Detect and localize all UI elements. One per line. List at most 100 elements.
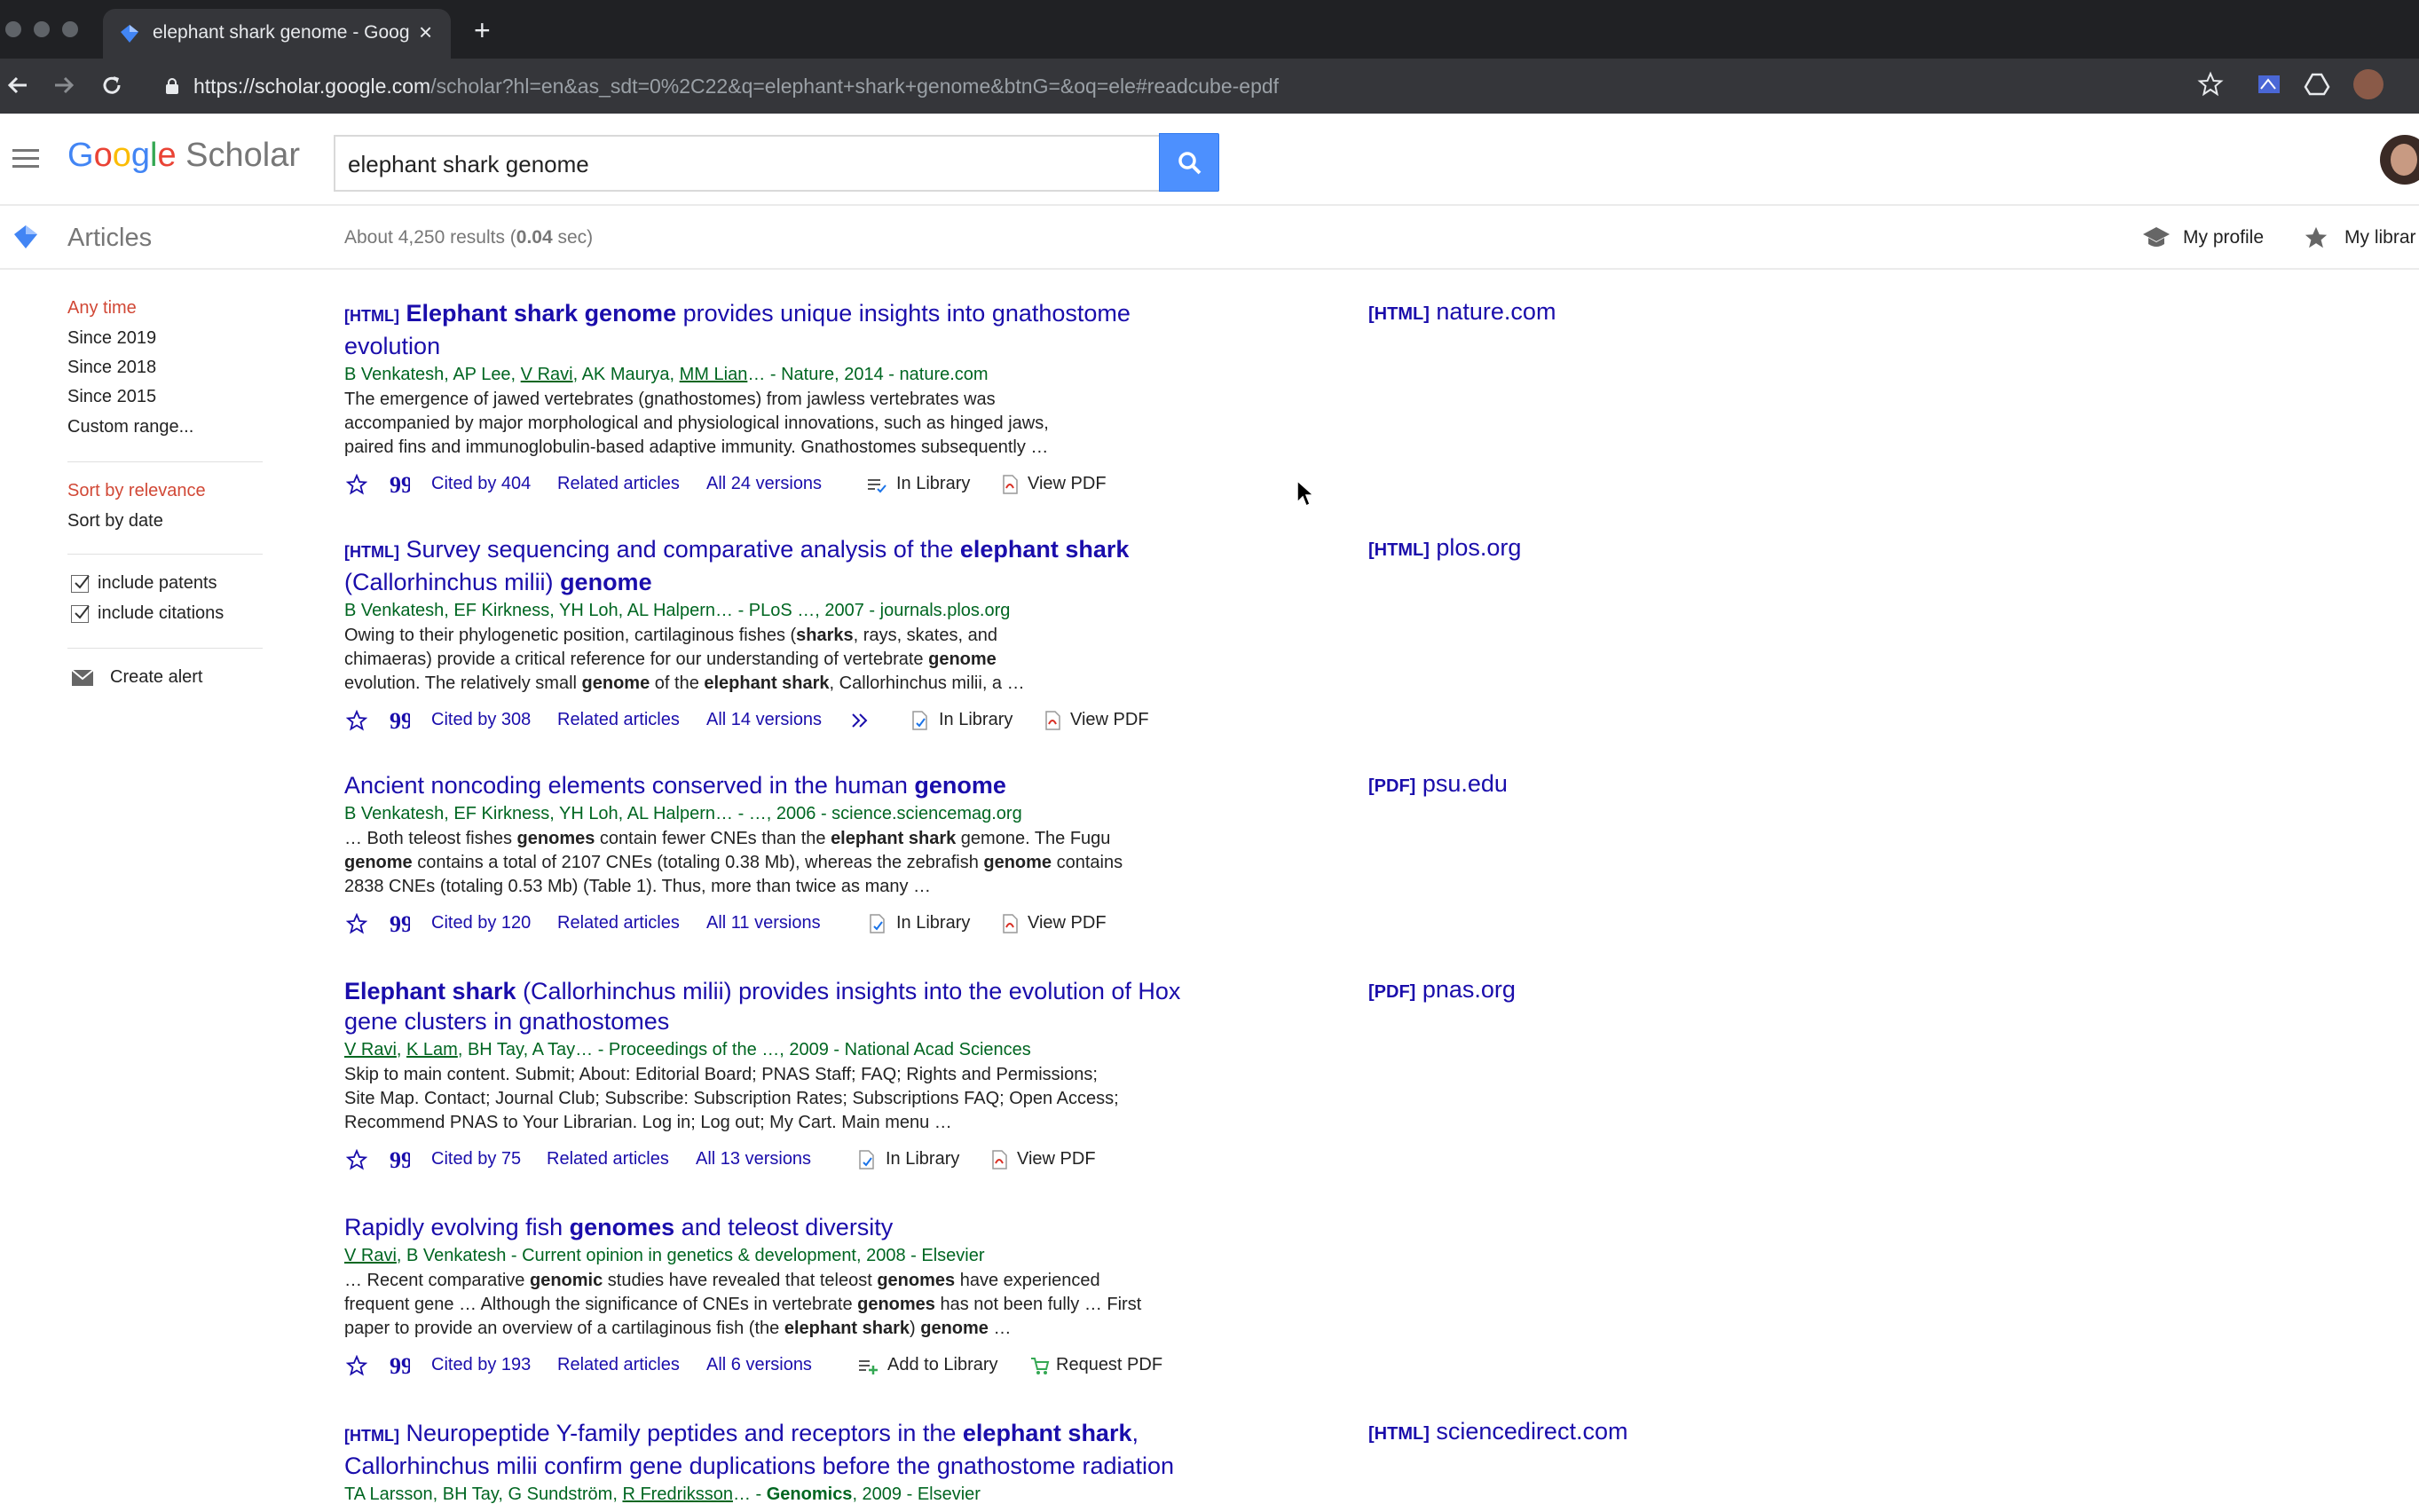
scholar-favicon-icon <box>121 25 138 43</box>
cite-quote-icon[interactable]: 99 <box>389 913 410 934</box>
include-citations-checkbox[interactable] <box>71 605 90 623</box>
cited-by-link[interactable]: Cited by 75 <box>431 1149 521 1169</box>
request-pdf-link[interactable]: Request PDF <box>1056 1355 1162 1375</box>
related-articles-link[interactable]: Related articles <box>557 710 680 730</box>
save-star-icon[interactable] <box>346 710 367 731</box>
svg-text:99: 99 <box>390 474 410 495</box>
all-versions-link[interactable]: All 11 versions <box>706 913 821 933</box>
tab-close-icon[interactable]: × <box>419 20 432 44</box>
all-versions-link[interactable]: All 24 versions <box>706 474 822 494</box>
save-star-icon[interactable] <box>346 1149 367 1170</box>
cite-quote-icon[interactable]: 99 <box>389 1149 410 1170</box>
result-title[interactable]: [HTML] Survey sequencing and comparative… <box>344 534 1232 597</box>
in-library-link[interactable]: In Library <box>896 474 970 494</box>
cite-quote-icon[interactable]: 99 <box>389 710 410 731</box>
close-window-dot[interactable] <box>5 21 21 37</box>
result-tag: [HTML] <box>344 543 399 561</box>
full-text-link[interactable]: [HTML] sciencedirect.com <box>1368 1418 1627 1445</box>
full-text-link[interactable]: [HTML] plos.org <box>1368 534 1521 562</box>
sort-by-date[interactable]: Sort by date <box>67 511 163 532</box>
divider <box>67 461 263 462</box>
new-tab-button[interactable]: + <box>474 16 491 44</box>
result-authors: TA Larsson, BH Tay, G Sundström, R Fredr… <box>344 1484 981 1504</box>
full-text-link[interactable]: [PDF] psu.edu <box>1368 770 1508 798</box>
sort-by-relevance[interactable]: Sort by relevance <box>67 481 206 501</box>
articles-icon <box>14 225 37 248</box>
forward-icon[interactable] <box>51 73 76 98</box>
filter-custom-range[interactable]: Custom range... <box>67 417 193 437</box>
in-library-link[interactable]: In Library <box>939 710 1013 730</box>
full-text-link[interactable]: [PDF] pnas.org <box>1368 976 1516 1004</box>
profile-avatar[interactable] <box>2353 69 2384 99</box>
tab-title: elephant shark genome - Goog <box>153 22 410 43</box>
include-patents-label[interactable]: include patents <box>98 573 217 594</box>
view-pdf-link[interactable]: View PDF <box>1070 710 1149 730</box>
reload-icon[interactable] <box>99 73 124 98</box>
more-chevrons-icon[interactable] <box>850 710 871 731</box>
cite-quote-icon[interactable]: 99 <box>389 474 410 495</box>
result-item: [HTML] Elephant shark genome provides un… <box>344 298 1232 502</box>
address-bar[interactable]: https://scholar.google.com/scholar?hl=en… <box>147 66 2242 106</box>
cited-by-link[interactable]: Cited by 404 <box>431 474 531 494</box>
in-library-link[interactable]: In Library <box>896 913 970 933</box>
menu-icon[interactable] <box>12 149 39 169</box>
account-avatar[interactable] <box>2380 135 2419 185</box>
result-title[interactable]: Elephant shark (Callorhinchus milii) pro… <box>344 976 1232 1036</box>
view-pdf-link[interactable]: View PDF <box>1028 474 1107 494</box>
result-tag: [HTML] <box>344 307 399 325</box>
result-item: [HTML] Neuropeptide Y-family peptides an… <box>344 1418 1232 1508</box>
cite-quote-icon[interactable]: 99 <box>389 1355 410 1376</box>
related-articles-link[interactable]: Related articles <box>547 1149 669 1169</box>
envelope-icon <box>71 669 94 686</box>
google-scholar-logo[interactable]: Google Scholar <box>67 137 300 175</box>
maximize-window-dot[interactable] <box>62 21 78 37</box>
in-library-icon <box>870 914 885 933</box>
result-actions: 99 Cited by 193 Related articles All 6 v… <box>344 1351 1232 1383</box>
result-title[interactable]: [HTML] Elephant shark genome provides un… <box>344 298 1232 361</box>
save-star-icon[interactable] <box>346 913 367 934</box>
svg-text:99: 99 <box>390 913 410 934</box>
cited-by-link[interactable]: Cited by 193 <box>431 1355 531 1375</box>
filter-since-2019[interactable]: Since 2019 <box>67 328 156 349</box>
filter-since-2018[interactable]: Since 2018 <box>67 358 156 378</box>
all-versions-link[interactable]: All 6 versions <box>706 1355 812 1375</box>
filter-any-time[interactable]: Any time <box>67 298 137 319</box>
all-versions-link[interactable]: All 14 versions <box>706 710 822 730</box>
search-box <box>334 135 1161 192</box>
related-articles-link[interactable]: Related articles <box>557 474 680 494</box>
back-icon[interactable] <box>5 73 30 98</box>
readcube-extension-icon[interactable] <box>2256 71 2282 98</box>
search-button[interactable] <box>1159 133 1219 192</box>
create-alert-link[interactable]: Create alert <box>110 667 203 688</box>
result-title[interactable]: Ancient noncoding elements conserved in … <box>344 770 1232 800</box>
result-authors: B Venkatesh, EF Kirkness, YH Loh, AL Hal… <box>344 601 1011 620</box>
result-snippet: … Both teleost fishes genomes contain fe… <box>344 829 1123 896</box>
result-item: Ancient noncoding elements conserved in … <box>344 770 1232 941</box>
drive-extension-icon[interactable] <box>2304 71 2330 98</box>
minimize-window-dot[interactable] <box>34 21 50 37</box>
save-star-icon[interactable] <box>346 474 367 495</box>
include-patents-checkbox[interactable] <box>71 575 90 593</box>
result-snippet: Owing to their phylogenetic position, ca… <box>344 626 1025 693</box>
search-input[interactable] <box>348 146 1146 183</box>
in-library-link[interactable]: In Library <box>886 1149 959 1169</box>
full-text-link[interactable]: [HTML] nature.com <box>1368 298 1556 326</box>
result-actions: 99 Cited by 120 Related articles All 11 … <box>344 910 1232 941</box>
save-star-icon[interactable] <box>346 1355 367 1376</box>
view-pdf-link[interactable]: View PDF <box>1028 913 1107 933</box>
result-title[interactable]: [HTML] Neuropeptide Y-family peptides an… <box>344 1418 1232 1481</box>
all-versions-link[interactable]: All 13 versions <box>696 1149 811 1169</box>
browser-tab[interactable]: elephant shark genome - Goog × <box>103 9 451 59</box>
pdf-icon <box>1045 711 1060 730</box>
related-articles-link[interactable]: Related articles <box>557 1355 680 1375</box>
include-citations-label[interactable]: include citations <box>98 603 224 624</box>
view-pdf-link[interactable]: View PDF <box>1017 1149 1096 1169</box>
add-to-library-link[interactable]: Add to Library <box>887 1355 998 1375</box>
related-articles-link[interactable]: Related articles <box>557 913 680 933</box>
bookmark-star-icon[interactable] <box>2197 71 2224 98</box>
result-title[interactable]: Rapidly evolving fish genomes and teleos… <box>344 1212 1232 1242</box>
result-item: Rapidly evolving fish genomes and teleos… <box>344 1212 1232 1383</box>
filter-since-2015[interactable]: Since 2015 <box>67 387 156 407</box>
cited-by-link[interactable]: Cited by 120 <box>431 913 531 933</box>
cited-by-link[interactable]: Cited by 308 <box>431 710 531 730</box>
